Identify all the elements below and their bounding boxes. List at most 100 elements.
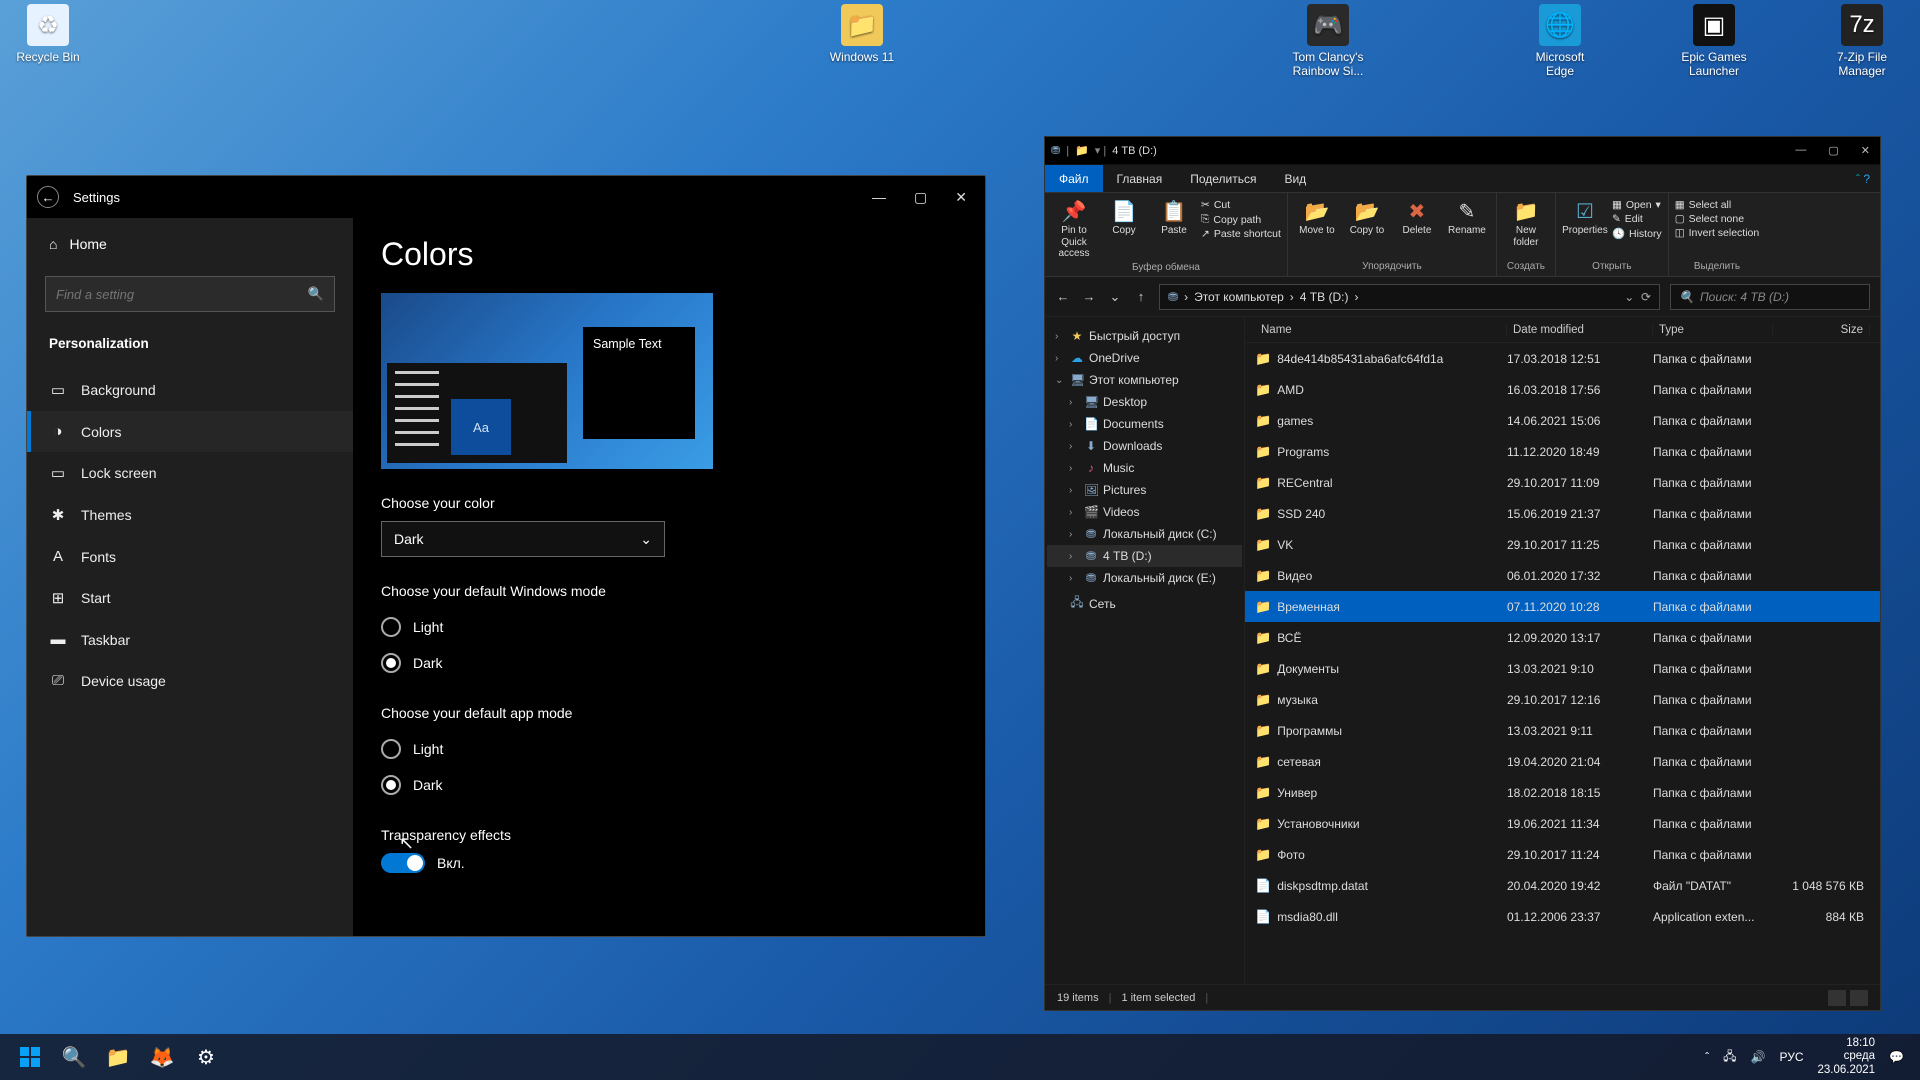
minimize-icon[interactable]: — [872,189,886,206]
sidebar-item-themes[interactable]: ✱Themes [27,494,353,536]
tree-node[interactable]: ›🖥Desktop [1047,391,1242,413]
table-row[interactable]: 📁VK29.10.2017 11:25Папка с файлами [1245,529,1880,560]
shortcut-button[interactable]: ↗ Paste shortcut [1201,228,1281,240]
cut-button[interactable]: ✂ Cut [1201,199,1281,211]
tree-node[interactable]: ›⬇Downloads [1047,435,1242,457]
ribbon-toggle[interactable]: ˆ ? [1846,172,1880,186]
address-bar[interactable]: ⛃ › Этот компьютер › 4 ТВ (D:) › ⌄ ⟳ [1159,284,1660,310]
move-button[interactable]: 📂Move to [1294,197,1340,237]
settings-titlebar[interactable]: ← Settings — ▢ ✕ [27,176,985,218]
column-headers[interactable]: Name Date modified Type Size [1245,317,1880,343]
view-large-icon[interactable] [1850,990,1868,1006]
win-mode-dark[interactable]: Dark [381,645,957,681]
win-mode-light[interactable]: Light [381,609,957,645]
search-input[interactable] [56,287,308,302]
sidebar-item-background[interactable]: ▭Background [27,369,353,411]
tray-clock[interactable]: 18:10 среда 23.06.2021 [1817,1037,1875,1077]
col-name[interactable]: Name [1255,324,1507,336]
maximize-icon[interactable]: ▢ [914,189,927,206]
table-row[interactable]: 📄diskpsdtmp.datat20.04.2020 19:42Файл "D… [1245,870,1880,901]
selectnone-button[interactable]: ▢ Select none [1675,213,1760,225]
sidebar-item-taskbar[interactable]: ▬Taskbar [27,619,353,660]
tree-node[interactable]: ›♪Music [1047,457,1242,479]
paste-button[interactable]: 📋Paste [1151,197,1197,237]
sidebar-item-start[interactable]: ⊞Start [27,577,353,619]
col-date[interactable]: Date modified [1507,324,1653,336]
sidebar-item-fonts[interactable]: AFonts [27,536,353,577]
pin-button[interactable]: 📌Pin to Quick access [1051,197,1097,260]
tree-node[interactable]: ⌄🖥Этот компьютер [1047,369,1242,391]
edit-button[interactable]: ✎ Edit [1612,213,1662,225]
tree-node[interactable]: ›☁OneDrive [1047,347,1242,369]
settings-search[interactable]: 🔍 [45,276,335,312]
explorer-search[interactable]: 🔍 Поиск: 4 ТВ (D:) [1670,284,1870,310]
desktop-icon[interactable]: 🌐Microsoft Edge [1522,4,1598,79]
table-row[interactable]: 📁Фото29.10.2017 11:24Папка с файлами [1245,839,1880,870]
nav-tree[interactable]: ›★Быстрый доступ›☁OneDrive⌄🖥Этот компьют… [1045,317,1245,984]
tray-notifications-icon[interactable]: 💬 [1889,1050,1904,1064]
history-button[interactable]: 🕓 History [1612,227,1662,240]
table-row[interactable]: 📁Установочники19.06.2021 11:34Папка с фа… [1245,808,1880,839]
table-row[interactable]: 📁Видео06.01.2020 17:32Папка с файлами [1245,560,1880,591]
table-row[interactable]: 📁Программы13.03.2021 9:11Папка с файлами [1245,715,1880,746]
taskbar[interactable]: 🔍 📁 🦊 ⚙ ˆ 🖧 🔊 РУС 18:10 среда 23.06.2021… [0,1034,1920,1080]
sidebar-item-colors[interactable]: ◑Colors [27,411,353,452]
sidebar-item-lock-screen[interactable]: ▭Lock screen [27,452,353,494]
desktop-icon[interactable]: 🎮Tom Clancy's Rainbow Si... [1290,4,1366,79]
close-icon[interactable]: ✕ [1861,144,1870,157]
table-row[interactable]: 📁RECentral29.10.2017 11:09Папка с файлам… [1245,467,1880,498]
desktop-icon[interactable]: ♻Recycle Bin [10,4,86,64]
explorer-button[interactable]: 📁 [96,1035,140,1079]
home-link[interactable]: ⌂ Home [27,226,353,262]
tray-lang[interactable]: РУС [1779,1050,1803,1064]
table-row[interactable]: 📁Programs11.12.2020 18:49Папка с файлами [1245,436,1880,467]
view-details-icon[interactable] [1828,990,1846,1006]
app-mode-light[interactable]: Light [381,731,957,767]
tab-home[interactable]: Главная [1103,165,1177,192]
sidebar-item-device-usage[interactable]: ⎚Device usage [27,660,353,701]
transparency-toggle[interactable]: Вкл. [381,853,957,873]
delete-button[interactable]: ✖Delete [1394,197,1440,237]
breadcrumb-pc[interactable]: Этот компьютер [1194,290,1284,304]
tab-file[interactable]: Файл [1045,165,1103,192]
table-row[interactable]: 📁Универ18.02.2018 18:15Папка с файлами [1245,777,1880,808]
table-row[interactable]: 📁84de414b85431aba6afc64fd1a17.03.2018 12… [1245,343,1880,374]
copypath-button[interactable]: ⎘ Copy path [1201,213,1281,226]
nav-up-icon[interactable]: ↑ [1133,289,1149,304]
back-icon[interactable]: ← [37,186,59,208]
table-row[interactable]: 📁Временная07.11.2020 10:28Папка с файлам… [1245,591,1880,622]
tray-network-icon[interactable]: 🖧 [1723,1047,1736,1068]
copyto-button[interactable]: 📂Copy to [1344,197,1390,237]
copy-button[interactable]: 📄Copy [1101,197,1147,237]
nav-back-icon[interactable]: ← [1055,289,1071,304]
tab-view[interactable]: Вид [1270,165,1320,192]
properties-button[interactable]: ☑Properties [1562,197,1608,237]
table-row[interactable]: 📁ВСЁ12.09.2020 13:17Папка с файлами [1245,622,1880,653]
search-button[interactable]: 🔍 [52,1035,96,1079]
tree-node[interactable]: 🖧Сеть [1047,589,1242,618]
close-icon[interactable]: ✕ [955,189,967,206]
settings-button[interactable]: ⚙ [184,1035,228,1079]
desktop-icon[interactable]: 📁Windows 11 [824,4,900,64]
desktop-icon[interactable]: ▣Epic Games Launcher [1676,4,1752,79]
tab-share[interactable]: Поделиться [1176,165,1270,192]
breadcrumb-drive[interactable]: 4 ТВ (D:) [1300,290,1349,304]
col-size[interactable]: Size [1773,324,1870,336]
open-button[interactable]: ▦ Open ▾ [1612,199,1662,211]
start-button[interactable] [8,1035,52,1079]
tree-node[interactable]: ›⛃Локальный диск (E:) [1047,567,1242,589]
color-select[interactable]: Dark ⌄ [381,521,665,557]
invert-button[interactable]: ◫ Invert selection [1675,227,1760,239]
table-row[interactable]: 📁AMD16.03.2018 17:56Папка с файлами [1245,374,1880,405]
table-row[interactable]: 📄msdia80.dll01.12.2006 23:37Application … [1245,901,1880,932]
tray-chevron-icon[interactable]: ˆ [1705,1050,1709,1064]
explorer-titlebar[interactable]: ⛃|📁▾ |4 ТВ (D:) — ▢ ✕ [1045,137,1880,165]
tree-node[interactable]: ›⛃Локальный диск (C:) [1047,523,1242,545]
col-type[interactable]: Type [1653,324,1773,336]
table-row[interactable]: 📁Документы13.03.2021 9:10Папка с файлами [1245,653,1880,684]
firefox-button[interactable]: 🦊 [140,1035,184,1079]
tree-node[interactable]: ›★Быстрый доступ [1047,325,1242,347]
rename-button[interactable]: ✎Rename [1444,197,1490,237]
app-mode-dark[interactable]: Dark [381,767,957,803]
table-row[interactable]: 📁музыка29.10.2017 12:16Папка с файлами [1245,684,1880,715]
